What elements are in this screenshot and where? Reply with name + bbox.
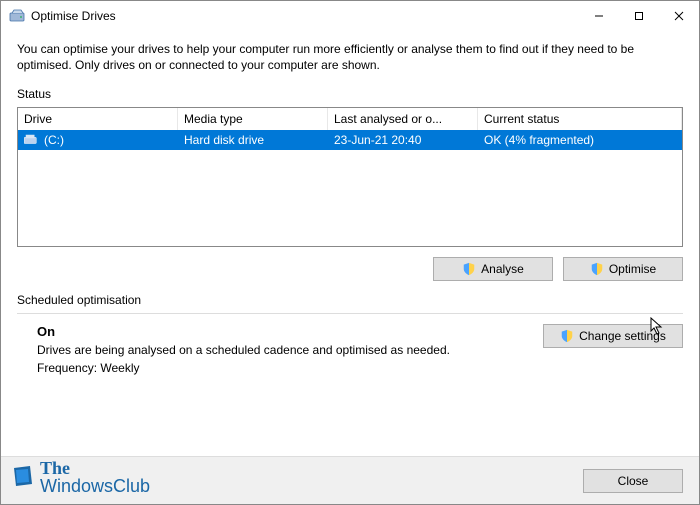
hard-drive-icon <box>24 134 38 146</box>
divider <box>17 313 683 314</box>
drive-name: (C:) <box>44 133 64 147</box>
optimise-drives-window: Optimise Drives You can optimise your dr… <box>0 0 700 505</box>
minimize-icon <box>594 11 604 21</box>
col-media[interactable]: Media type <box>178 108 328 130</box>
shield-icon <box>590 262 604 276</box>
cell-last: 23-Jun-21 20:40 <box>328 130 478 150</box>
close-label: Close <box>618 474 649 488</box>
col-last[interactable]: Last analysed or o... <box>328 108 478 130</box>
titlebar: Optimise Drives <box>1 1 699 31</box>
scheduled-section: On Drives are being analysed on a schedu… <box>17 324 683 375</box>
shield-icon <box>462 262 476 276</box>
status-buttons: Analyse Optimise <box>17 257 683 281</box>
drive-app-icon <box>9 8 25 24</box>
cell-status: OK (4% fragmented) <box>478 130 682 150</box>
scheduled-state: On <box>37 324 450 339</box>
scheduled-frequency: Frequency: Weekly <box>37 361 450 375</box>
minimize-button[interactable] <box>579 1 619 31</box>
content-area: You can optimise your drives to help you… <box>1 31 699 456</box>
col-drive[interactable]: Drive <box>18 108 178 130</box>
change-settings-label: Change settings <box>579 329 666 343</box>
col-status[interactable]: Current status <box>478 108 682 130</box>
intro-text: You can optimise your drives to help you… <box>17 41 683 73</box>
close-button[interactable]: Close <box>583 469 683 493</box>
close-icon <box>674 11 684 21</box>
drives-table: Drive Media type Last analysed or o... C… <box>17 107 683 247</box>
maximize-button[interactable] <box>619 1 659 31</box>
window-title: Optimise Drives <box>31 9 116 23</box>
bottom-bar: Close <box>1 456 699 504</box>
scheduled-desc: Drives are being analysed on a scheduled… <box>37 343 450 357</box>
scheduled-info: On Drives are being analysed on a schedu… <box>17 324 450 375</box>
table-row[interactable]: (C:) Hard disk drive 23-Jun-21 20:40 OK … <box>18 130 682 150</box>
cell-media: Hard disk drive <box>178 130 328 150</box>
optimise-button[interactable]: Optimise <box>563 257 683 281</box>
status-label: Status <box>17 87 683 101</box>
close-window-button[interactable] <box>659 1 699 31</box>
scheduled-label: Scheduled optimisation <box>17 293 683 307</box>
table-header: Drive Media type Last analysed or o... C… <box>18 108 682 130</box>
shield-icon <box>560 329 574 343</box>
analyse-button[interactable]: Analyse <box>433 257 553 281</box>
analyse-label: Analyse <box>481 262 524 276</box>
change-settings-button[interactable]: Change settings <box>543 324 683 348</box>
maximize-icon <box>634 11 644 21</box>
optimise-label: Optimise <box>609 262 656 276</box>
cell-drive: (C:) <box>18 130 178 150</box>
